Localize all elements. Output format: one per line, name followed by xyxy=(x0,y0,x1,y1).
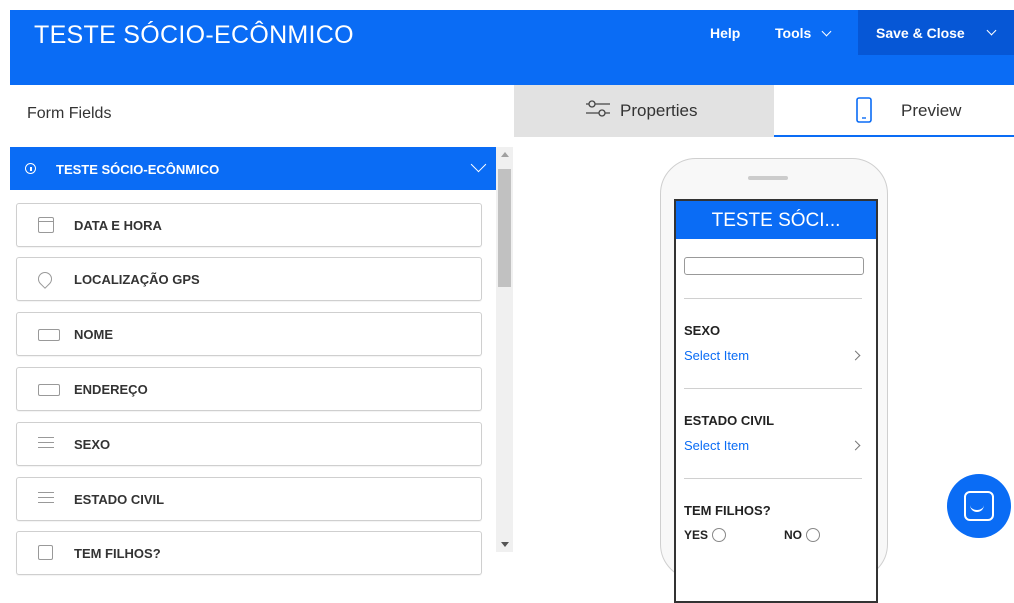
tab-properties[interactable]: Properties xyxy=(514,85,774,137)
preview-select-sexo[interactable]: Select Item xyxy=(684,348,749,363)
tab-label: Properties xyxy=(620,101,698,120)
field-item-label: LOCALIZAÇÃO GPS xyxy=(74,272,200,287)
preview-field-label: TEM FILHOS? xyxy=(684,503,771,518)
location-pin-icon xyxy=(35,269,55,289)
divider xyxy=(684,478,862,479)
phone-speaker xyxy=(748,176,788,180)
help-link[interactable]: Help xyxy=(710,25,740,41)
field-item-label: ESTADO CIVIL xyxy=(74,492,165,507)
preview-form-title: TESTE SÓCI... xyxy=(676,201,876,239)
section-title: TESTE SÓCIO-ECÔNMICO xyxy=(56,162,220,177)
field-item-data-e-hora[interactable]: DATA E HORA xyxy=(16,203,482,247)
panel-title: Form Fields xyxy=(27,105,112,122)
scrollbar-thumb[interactable] xyxy=(498,169,511,287)
field-item-endereco[interactable]: ENDEREÇO xyxy=(16,367,482,411)
top-bar: TESTE SÓCIO-ECÔNMICO Help Tools Save & C… xyxy=(10,10,1014,85)
text-field-icon xyxy=(38,384,60,396)
save-close-button[interactable]: Save & Close xyxy=(858,10,1014,55)
field-item-tem-filhos[interactable]: TEM FILHOS? xyxy=(16,531,482,575)
radio-label-no: NO xyxy=(784,528,802,542)
calendar-icon xyxy=(38,217,54,233)
chevron-right-icon xyxy=(850,350,861,361)
field-item-sexo[interactable]: SEXO xyxy=(16,422,482,466)
field-item-localizacao-gps[interactable]: LOCALIZAÇÃO GPS xyxy=(16,257,482,301)
sliders-icon xyxy=(586,100,610,117)
phone-screen: TESTE SÓCI... SEXO Select Item ESTADO CI… xyxy=(674,199,878,603)
list-icon xyxy=(38,436,54,450)
chevron-down-icon xyxy=(821,26,832,37)
text-field-icon xyxy=(38,329,60,341)
scrollbar[interactable] xyxy=(496,147,513,552)
phone-icon xyxy=(856,97,872,123)
preview-text-input[interactable] xyxy=(684,257,864,275)
list-icon xyxy=(38,491,54,505)
checkbox-icon xyxy=(38,545,53,560)
tools-label: Tools xyxy=(775,25,812,41)
field-item-estado-civil[interactable]: ESTADO CIVIL xyxy=(16,477,482,521)
scroll-up-icon[interactable] xyxy=(501,152,509,157)
divider xyxy=(684,388,862,389)
field-item-label: SEXO xyxy=(74,437,111,452)
info-icon xyxy=(25,163,36,174)
field-item-nome[interactable]: NOME xyxy=(16,312,482,356)
app-title: TESTE SÓCIO-ECÔNMICO xyxy=(34,21,354,49)
preview-field-label: SEXO xyxy=(684,323,721,338)
field-item-label: TEM FILHOS? xyxy=(74,546,161,561)
phone-preview-frame: TESTE SÓCI... SEXO Select Item ESTADO CI… xyxy=(660,158,888,603)
tools-menu[interactable]: Tools xyxy=(775,25,832,41)
scroll-down-icon[interactable] xyxy=(501,542,509,547)
radio-no[interactable] xyxy=(806,528,820,542)
radio-yes[interactable] xyxy=(712,528,726,542)
form-fields-panel: Form Fields TESTE SÓCIO-ECÔNMICO DATA E … xyxy=(0,85,513,575)
tab-label: Preview xyxy=(901,101,962,120)
radio-label-yes: YES xyxy=(684,528,709,542)
preview-field-label: ESTADO CIVIL xyxy=(684,413,775,428)
form-section-header[interactable]: TESTE SÓCIO-ECÔNMICO xyxy=(10,147,496,190)
field-item-label: ENDEREÇO xyxy=(74,382,148,397)
chevron-right-icon xyxy=(850,440,861,451)
chevron-down-icon[interactable] xyxy=(470,156,487,173)
field-item-label: NOME xyxy=(74,327,113,342)
preview-select-estado-civil[interactable]: Select Item xyxy=(684,438,749,453)
chevron-down-icon xyxy=(986,25,997,36)
save-close-label: Save & Close xyxy=(876,25,965,41)
chat-launcher-button[interactable] xyxy=(947,474,1011,538)
field-item-label: DATA E HORA xyxy=(74,218,162,233)
tab-preview[interactable]: Preview xyxy=(774,85,1014,137)
preview-panel: Properties Preview TESTE SÓCI... SEXO Se… xyxy=(514,85,1014,603)
divider xyxy=(684,298,862,299)
